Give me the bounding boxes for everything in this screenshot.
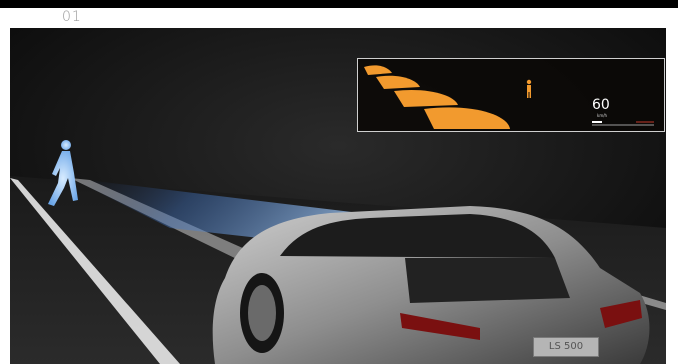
slide-number: 01 bbox=[62, 9, 82, 25]
heads-up-display: 60 km/h bbox=[357, 58, 665, 132]
hud-road-graphic bbox=[364, 65, 654, 129]
hud-speed-unit: km/h bbox=[597, 113, 608, 118]
pedestrian-icon bbox=[526, 79, 532, 98]
top-bar bbox=[0, 0, 678, 8]
license-plate: LS 500 bbox=[533, 337, 599, 357]
hud-speed-value: 60 bbox=[592, 97, 610, 113]
hero-image: 60 km/h LS 500 bbox=[10, 28, 666, 364]
